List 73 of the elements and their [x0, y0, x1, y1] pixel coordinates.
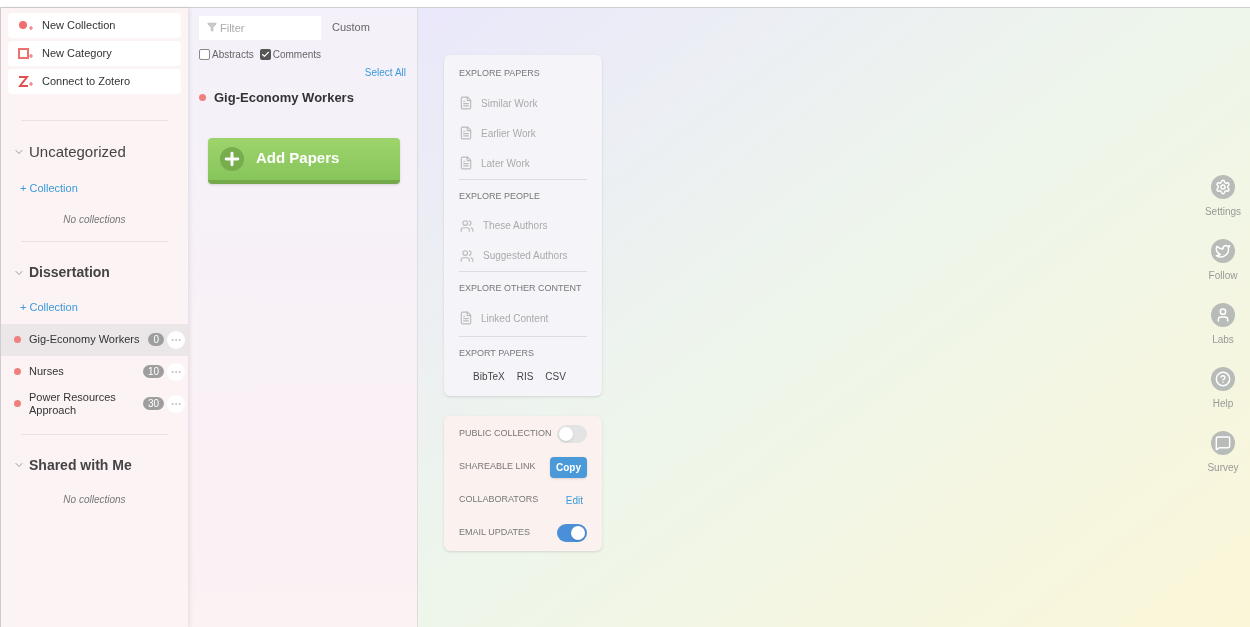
- explore-item[interactable]: Linked Content: [459, 310, 587, 326]
- z-plus-icon: [18, 75, 34, 88]
- bird-icon: [1211, 239, 1235, 263]
- explore-item[interactable]: Similar Work: [459, 95, 587, 111]
- collection-item[interactable]: Power Resources Approach 30: [1, 387, 188, 420]
- explore-item[interactable]: Later Work: [459, 155, 587, 171]
- document-icon: [459, 156, 473, 170]
- section-header[interactable]: Uncategorized: [1, 141, 188, 164]
- document-icon: [459, 126, 473, 140]
- add-papers-button[interactable]: Add Papers: [208, 137, 400, 184]
- more-options-button[interactable]: [167, 362, 185, 381]
- explore-item[interactable]: Earlier Work: [459, 125, 587, 141]
- section-header[interactable]: Shared with Me: [1, 454, 188, 476]
- empty-message: No collections: [62, 492, 127, 507]
- setting-label: COLLABORATORS: [459, 493, 539, 507]
- export-format-link[interactable]: CSV: [545, 369, 566, 384]
- count-badge: 0: [148, 333, 164, 346]
- collection-name: Gig-Economy Workers: [29, 333, 141, 346]
- help-icon: [1211, 367, 1235, 391]
- group-heading: EXPLORE OTHER CONTENT: [459, 282, 583, 295]
- document-icon: [459, 96, 473, 110]
- filter-field[interactable]: Filter: [199, 16, 321, 40]
- setting-label: SHAREABLE LINK: [459, 460, 536, 474]
- count-badge: 10: [142, 365, 164, 378]
- collection-name: Power Resources Approach: [29, 390, 117, 417]
- people-icon: [459, 248, 475, 263]
- group-heading: EXPLORE PAPERS: [459, 67, 541, 80]
- group-heading: EXPLORE PEOPLE: [459, 189, 542, 203]
- explore-item[interactable]: These Authors: [459, 218, 587, 233]
- setting-label: PUBLIC COLLECTION: [459, 427, 552, 441]
- settings-icon: [1211, 175, 1235, 199]
- sidebar-action-button[interactable]: Connect to Zotero: [8, 69, 181, 94]
- export-format-link[interactable]: RIS: [516, 369, 534, 384]
- rail-button[interactable]: Help: [1211, 367, 1235, 411]
- empty-message: No collections: [62, 213, 127, 227]
- add-collection-link[interactable]: + Collection: [1, 179, 97, 196]
- more-options-button[interactable]: [167, 394, 185, 413]
- sidebar-action-button[interactable]: New Collection: [8, 13, 181, 38]
- add-collection-link[interactable]: + Collection: [1, 299, 97, 316]
- checkbox[interactable]: [199, 49, 210, 60]
- rail-button[interactable]: Survey: [1207, 431, 1239, 475]
- rail-button[interactable]: Labs: [1211, 303, 1235, 347]
- edit-link[interactable]: Edit: [565, 492, 587, 508]
- section-header[interactable]: Dissertation: [1, 262, 188, 283]
- collection-item[interactable]: Nurses 10: [1, 355, 188, 388]
- document-icon: [459, 311, 473, 325]
- category-plus-icon: [18, 47, 34, 60]
- checkbox[interactable]: [259, 49, 271, 60]
- count-badge: 30: [142, 397, 164, 410]
- person-icon: [1211, 303, 1235, 327]
- rail-button[interactable]: Settings: [1204, 175, 1242, 219]
- setting-label: EMAIL UPDATES: [459, 526, 530, 540]
- copy-button[interactable]: Copy: [550, 456, 587, 478]
- checkbox-label: Comments: [272, 48, 322, 62]
- sidebar-action-button[interactable]: New Category: [8, 41, 181, 66]
- plus-icon: [220, 146, 244, 171]
- collection-name: Nurses: [29, 365, 65, 378]
- collection-title: Gig-Economy Workers: [214, 89, 354, 107]
- explore-item[interactable]: Suggested Authors: [459, 248, 587, 263]
- collection-item[interactable]: Gig-Economy Workers 0: [1, 323, 188, 356]
- more-options-button[interactable]: [167, 330, 185, 349]
- toggle-switch[interactable]: [557, 425, 587, 443]
- people-icon: [459, 218, 475, 233]
- select-all-link[interactable]: Select All: [364, 65, 406, 80]
- group-heading: EXPORT PAPERS: [459, 346, 536, 360]
- speech-bubble-icon: [1211, 431, 1235, 455]
- collection-plus-icon: [18, 19, 34, 32]
- sort-dropdown[interactable]: Custom: [332, 18, 370, 36]
- rail-button[interactable]: Follow: [1208, 239, 1238, 283]
- toggle-switch[interactable]: [557, 524, 587, 542]
- filter-icon: [207, 22, 217, 32]
- export-format-link[interactable]: BibTeX: [473, 369, 505, 384]
- checkbox-label: Abstracts: [212, 48, 254, 62]
